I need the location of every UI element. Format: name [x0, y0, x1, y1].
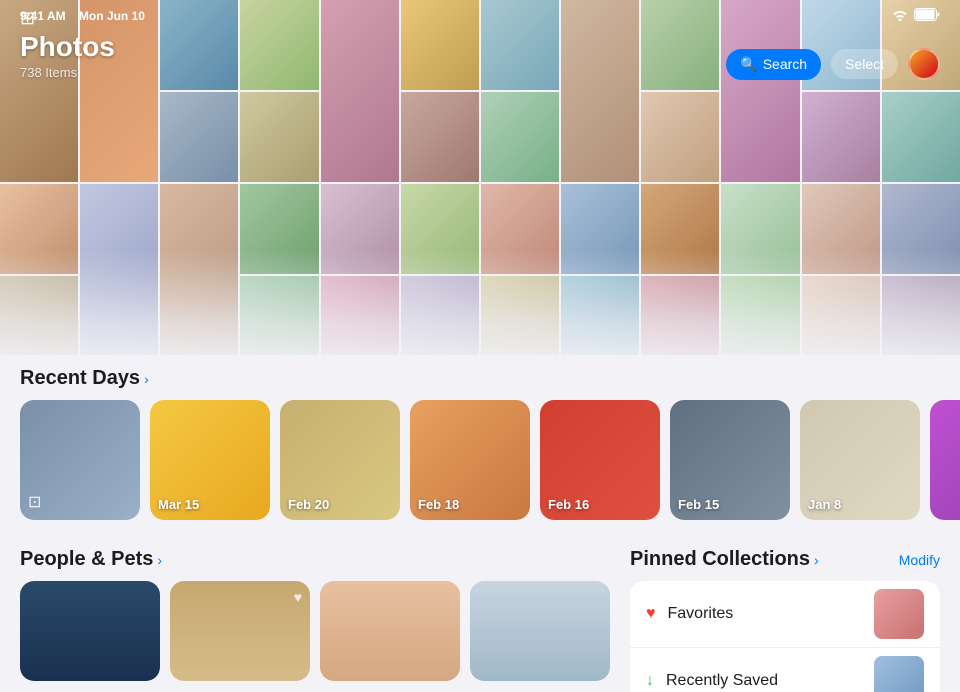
- day-card[interactable]: Feb 18: [410, 400, 530, 520]
- photo-cell[interactable]: [882, 184, 960, 274]
- pinned-item-recently-saved[interactable]: ↓ Recently Saved: [630, 647, 940, 692]
- person-card[interactable]: [470, 581, 610, 681]
- photo-cell[interactable]: [401, 184, 479, 274]
- photo-cell[interactable]: [481, 276, 559, 366]
- recently-saved-icon: ↓: [646, 672, 654, 690]
- favorites-thumbnail: [874, 589, 924, 639]
- photo-cell[interactable]: [561, 276, 639, 366]
- recent-days-header: Recent Days ›: [0, 355, 960, 400]
- photo-cell[interactable]: [0, 276, 78, 366]
- favorites-heart-icon: ♥: [646, 605, 656, 623]
- people-pets-header: People & Pets ›: [0, 536, 630, 581]
- photo-cell[interactable]: [721, 184, 799, 274]
- people-pets-section: People & Pets › ♥: [0, 536, 630, 692]
- day-label: Feb 15: [678, 497, 719, 512]
- day-card[interactable]: Mar 15: [150, 400, 270, 520]
- day-card[interactable]: Jan 8: [800, 400, 920, 520]
- photo-cell[interactable]: [802, 184, 880, 274]
- photo-cell[interactable]: [401, 276, 479, 366]
- photo-cell[interactable]: [240, 184, 318, 274]
- layout-icon: ⊞: [20, 8, 115, 29]
- recently-saved-thumbnail: [874, 656, 924, 692]
- photo-cell[interactable]: [481, 184, 559, 274]
- people-pets-title: People & Pets: [20, 548, 153, 571]
- people-pets-chevron[interactable]: ›: [157, 552, 162, 568]
- photo-cell[interactable]: [641, 184, 719, 274]
- save-icon: ⊡: [28, 492, 41, 512]
- day-label: Feb 16: [548, 497, 589, 512]
- photo-cell[interactable]: [160, 184, 238, 366]
- recent-days-chevron[interactable]: ›: [144, 371, 149, 387]
- photo-cell[interactable]: [240, 92, 318, 182]
- photo-cell[interactable]: [240, 276, 318, 366]
- recent-days-scroll[interactable]: ⊡ Mar 15 Feb 20 Feb 18 Feb 16 Feb 15 Jan…: [0, 400, 960, 520]
- left-column: People & Pets › ♥: [0, 536, 630, 692]
- person-card[interactable]: [20, 581, 160, 681]
- recent-days-title: Recent Days: [20, 367, 140, 390]
- photo-cell[interactable]: [0, 184, 78, 274]
- modify-button[interactable]: Modify: [899, 552, 940, 568]
- page-title: Photos: [20, 31, 115, 63]
- photo-cell[interactable]: [321, 276, 399, 366]
- day-card[interactable]: ⊡: [20, 400, 140, 520]
- photo-cell[interactable]: [80, 184, 158, 366]
- header-actions: 🔍 Search Select: [726, 48, 940, 80]
- day-label: Feb 18: [418, 497, 459, 512]
- recent-days-section: Recent Days › ⊡ Mar 15 Feb 20 Feb 18 Feb…: [0, 355, 960, 536]
- wifi-icon: [892, 9, 908, 24]
- photo-cell[interactable]: [321, 184, 399, 274]
- photo-cell[interactable]: [641, 92, 719, 182]
- select-button[interactable]: Select: [831, 49, 898, 79]
- avatar[interactable]: [908, 48, 940, 80]
- day-card[interactable]: [930, 400, 960, 520]
- content-area: Recent Days › ⊡ Mar 15 Feb 20 Feb 18 Feb…: [0, 355, 960, 692]
- day-card[interactable]: Feb 20: [280, 400, 400, 520]
- heart-icon: ♥: [294, 589, 302, 605]
- photo-cell[interactable]: [721, 276, 799, 366]
- pinned-header-row: Pinned Collections › Modify: [630, 536, 940, 581]
- app-header: ⊞ Photos 738 Items 🔍 Search Select: [0, 28, 960, 88]
- search-button[interactable]: 🔍 Search: [726, 49, 821, 80]
- photo-cell[interactable]: [561, 184, 639, 274]
- bottom-columns: People & Pets › ♥ Pinned Collections ›: [0, 536, 960, 692]
- day-card[interactable]: Feb 16: [540, 400, 660, 520]
- photo-cell[interactable]: [481, 92, 559, 182]
- photo-cell[interactable]: [882, 276, 960, 366]
- pinned-collections-list: ♥ Favorites ↓ Recently Saved: [630, 581, 940, 692]
- battery-icon: [914, 8, 940, 24]
- status-right: [892, 8, 940, 24]
- photo-cell[interactable]: [802, 276, 880, 366]
- photo-cell[interactable]: [882, 92, 960, 182]
- photo-cell[interactable]: [641, 276, 719, 366]
- people-scroll[interactable]: ♥: [0, 581, 630, 681]
- person-card[interactable]: ♥: [170, 581, 310, 681]
- day-label: Mar 15: [158, 497, 199, 512]
- day-label: Jan 8: [808, 497, 841, 512]
- day-label: Feb 20: [288, 497, 329, 512]
- person-card[interactable]: [320, 581, 460, 681]
- right-column: Pinned Collections › Modify ♥ Favorites …: [630, 536, 960, 692]
- photo-cell[interactable]: [802, 92, 880, 182]
- pinned-chevron[interactable]: ›: [814, 552, 819, 568]
- photo-cell[interactable]: [401, 92, 479, 182]
- header-left: ⊞ Photos 738 Items: [20, 8, 115, 80]
- day-card[interactable]: Feb 15: [670, 400, 790, 520]
- photo-cell[interactable]: [160, 92, 238, 182]
- pinned-title: Pinned Collections: [630, 548, 810, 571]
- item-count: 738 Items: [20, 65, 115, 80]
- pinned-item-favorites[interactable]: ♥ Favorites: [630, 581, 940, 647]
- search-icon: 🔍: [740, 56, 757, 73]
- recently-saved-label: Recently Saved: [666, 672, 862, 690]
- favorites-label: Favorites: [668, 605, 863, 623]
